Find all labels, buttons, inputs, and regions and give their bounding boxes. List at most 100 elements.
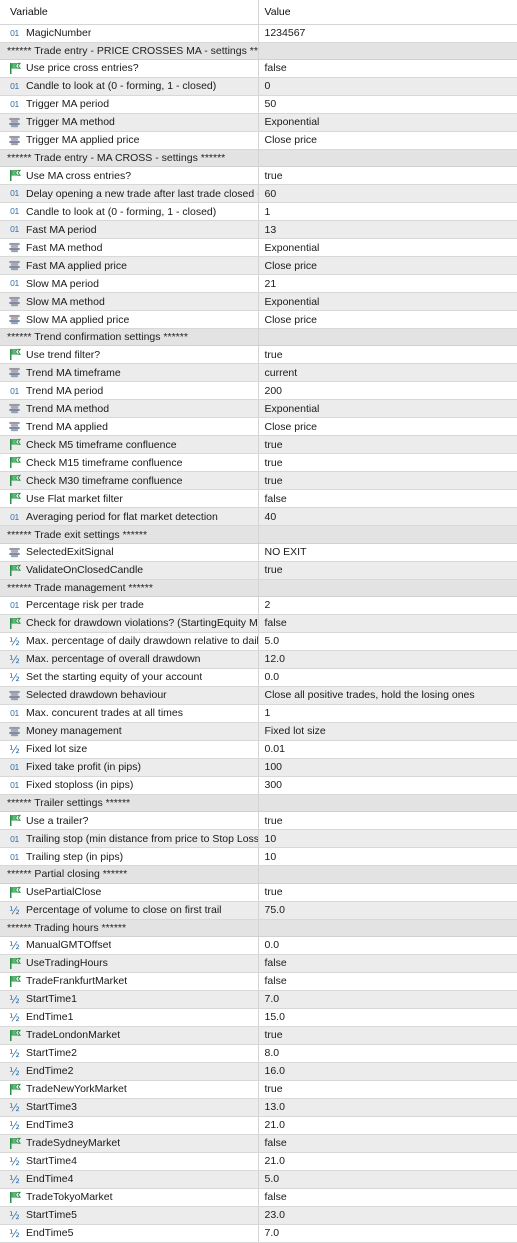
parameter-name-cell[interactable]: Check for drawdown violations? (Starting…	[0, 614, 258, 633]
separator-row[interactable]: ****** Trailer settings ******	[0, 794, 517, 813]
separator-row[interactable]: ****** Trading hours ******	[0, 919, 517, 937]
parameter-name-cell[interactable]: TradeTokyoMarket	[0, 1188, 258, 1207]
parameter-value-cell[interactable]: 10	[257, 829, 517, 849]
parameter-value-cell[interactable]: 2	[257, 596, 517, 615]
parameter-value-cell[interactable]: 75.0	[257, 901, 517, 920]
parameter-name-cell[interactable]: ½ EndTime4	[0, 1170, 258, 1189]
parameter-name-cell[interactable]: 01 Averaging period for flat market detec…	[0, 507, 258, 527]
parameter-name-cell[interactable]: Trigger MA method	[0, 113, 258, 132]
parameter-row[interactable]: ValidateOnClosedCandle true	[0, 561, 517, 580]
parameter-row[interactable]: 01 Trigger MA period 50	[0, 95, 517, 114]
parameter-name-cell[interactable]: ½ Set the starting equity of your account	[0, 668, 258, 687]
parameter-name-cell[interactable]: ½ StartTime5	[0, 1206, 258, 1225]
parameter-row[interactable]: 01 Candle to look at (0 - forming, 1 - cl…	[0, 77, 517, 96]
parameter-name-cell[interactable]: 01 Slow MA period	[0, 274, 258, 294]
parameter-name-cell[interactable]: ½ StartTime1	[0, 990, 258, 1009]
separator-row[interactable]: ****** Trade exit settings ******	[0, 525, 517, 544]
parameter-row[interactable]: ½ StartTime4 21.0	[0, 1152, 517, 1171]
parameter-value-cell[interactable]: 5.0	[257, 632, 517, 651]
parameter-value-cell[interactable]: true	[257, 453, 517, 473]
parameter-name-cell[interactable]: Trigger MA applied price	[0, 131, 258, 150]
parameter-name-cell[interactable]: 01 Max. concurent trades at all times	[0, 704, 258, 723]
parameter-name-cell[interactable]: ½ EndTime2	[0, 1062, 258, 1081]
parameter-row[interactable]: UseTradingHours false	[0, 954, 517, 973]
parameter-name-cell[interactable]: 01 Trailing step (in pips)	[0, 847, 258, 867]
parameter-row[interactable]: TradeNewYorkMarket true	[0, 1080, 517, 1099]
parameter-value-cell[interactable]: true	[257, 435, 517, 455]
parameter-row[interactable]: UsePartialClose true	[0, 883, 517, 902]
parameter-name-cell[interactable]: ½ Percentage of volume to close on first …	[0, 901, 258, 920]
parameter-name-cell[interactable]: UsePartialClose	[0, 883, 258, 902]
parameter-row[interactable]: Trend MA timeframe current	[0, 363, 517, 383]
parameter-value-cell[interactable]: true	[257, 345, 517, 365]
parameter-value-cell[interactable]: 1	[257, 704, 517, 723]
parameter-name-cell[interactable]: Use MA cross entries?	[0, 166, 258, 186]
parameter-row[interactable]: ½ EndTime4 5.0	[0, 1170, 517, 1189]
parameter-row[interactable]: SelectedExitSignal NO EXIT	[0, 543, 517, 562]
column-header-value[interactable]: Value	[257, 0, 517, 25]
parameter-row[interactable]: Check M5 timeframe confluence true	[0, 435, 517, 455]
parameter-value-cell[interactable]: true	[257, 561, 517, 580]
parameter-row[interactable]: ½ Fixed lot size 0.01	[0, 740, 517, 759]
parameter-row[interactable]: Use MA cross entries? true	[0, 166, 517, 186]
parameter-row[interactable]: 01 Candle to look at (0 - forming, 1 - cl…	[0, 202, 517, 222]
parameter-row[interactable]: Trend MA applied Close price	[0, 417, 517, 437]
parameter-row[interactable]: Trigger MA applied price Close price	[0, 131, 517, 150]
parameter-row[interactable]: Trend MA method Exponential	[0, 399, 517, 419]
parameter-row[interactable]: ½ EndTime3 21.0	[0, 1116, 517, 1135]
parameter-name-cell[interactable]: Trend MA timeframe	[0, 363, 258, 383]
parameter-value-cell[interactable]: 13.0	[257, 1098, 517, 1117]
parameter-name-cell[interactable]: Selected drawdown behaviour	[0, 686, 258, 705]
parameter-row[interactable]: Use trend filter? true	[0, 345, 517, 365]
parameter-name-cell[interactable]: Use a trailer?	[0, 811, 258, 831]
parameter-value-cell[interactable]: 50	[257, 95, 517, 114]
parameter-name-cell[interactable]: ½ ManualGMTOffset	[0, 936, 258, 955]
parameter-row[interactable]: ½ Set the starting equity of your account…	[0, 668, 517, 687]
parameter-name-cell[interactable]: ½ EndTime1	[0, 1008, 258, 1027]
parameter-value-cell[interactable]: 300	[257, 776, 517, 795]
parameter-value-cell[interactable]: true	[257, 883, 517, 902]
parameter-value-cell[interactable]: 10	[257, 847, 517, 867]
parameter-value-cell[interactable]: Close price	[257, 310, 517, 330]
parameter-name-cell[interactable]: 01 Trigger MA period	[0, 95, 258, 114]
parameter-name-cell[interactable]: 01 Candle to look at (0 - forming, 1 - cl…	[0, 202, 258, 222]
parameter-value-cell[interactable]: Close all positive trades, hold the losi…	[257, 686, 517, 705]
parameter-row[interactable]: ½ Max. percentage of daily drawdown relat…	[0, 632, 517, 651]
parameter-row[interactable]: Slow MA applied price Close price	[0, 310, 517, 330]
separator-row[interactable]: ****** Trade entry - PRICE CROSSES MA - …	[0, 42, 517, 60]
parameter-value-cell[interactable]: 1234567	[257, 24, 517, 43]
parameter-value-cell[interactable]: 7.0	[257, 990, 517, 1009]
parameter-value-cell[interactable]: 1	[257, 202, 517, 222]
parameter-row[interactable]: ½ StartTime5 23.0	[0, 1206, 517, 1225]
parameter-name-cell[interactable]: 01 Trailing stop (min distance from price…	[0, 829, 258, 849]
parameter-name-cell[interactable]: ½ StartTime3	[0, 1098, 258, 1117]
inputs-parameter-grid[interactable]: Variable Value 01 MagicNumber 1234567 *****…	[0, 0, 517, 1243]
parameter-row[interactable]: Fast MA applied price Close price	[0, 256, 517, 276]
parameter-value-cell[interactable]: current	[257, 363, 517, 383]
parameter-value-cell[interactable]: Exponential	[257, 399, 517, 419]
parameter-row[interactable]: Use Flat market filter false	[0, 489, 517, 509]
parameter-row[interactable]: Check for drawdown violations? (Starting…	[0, 614, 517, 633]
parameter-value-cell[interactable]: true	[257, 471, 517, 491]
parameter-row[interactable]: Use a trailer? true	[0, 811, 517, 831]
parameter-value-cell[interactable]: 13	[257, 220, 517, 240]
parameter-row[interactable]: Check M15 timeframe confluence true	[0, 453, 517, 473]
parameter-row[interactable]: 01 Trailing step (in pips) 10	[0, 847, 517, 867]
parameter-value-cell[interactable]: 16.0	[257, 1062, 517, 1081]
parameter-value-cell[interactable]: true	[257, 1080, 517, 1099]
parameter-value-cell[interactable]: false	[257, 614, 517, 633]
parameter-value-cell[interactable]: true	[257, 166, 517, 186]
parameter-row[interactable]: 01 Slow MA period 21	[0, 274, 517, 294]
parameter-value-cell[interactable]: Close price	[257, 256, 517, 276]
parameter-value-cell[interactable]: 0	[257, 77, 517, 96]
parameter-name-cell[interactable]: TradeLondonMarket	[0, 1026, 258, 1045]
parameter-value-cell[interactable]: 0.0	[257, 936, 517, 955]
parameter-name-cell[interactable]: 01 Fast MA period	[0, 220, 258, 240]
parameter-name-cell[interactable]: SelectedExitSignal	[0, 543, 258, 562]
parameter-row[interactable]: 01 Delay opening a new trade after last t…	[0, 184, 517, 204]
parameter-name-cell[interactable]: 01 Percentage risk per trade	[0, 596, 258, 615]
parameter-name-cell[interactable]: 01 Fixed take profit (in pips)	[0, 758, 258, 777]
parameter-row[interactable]: ½ EndTime2 16.0	[0, 1062, 517, 1081]
separator-row[interactable]: ****** Trend confirmation settings *****…	[0, 328, 517, 347]
separator-row[interactable]: ****** Trade management ******	[0, 579, 517, 597]
